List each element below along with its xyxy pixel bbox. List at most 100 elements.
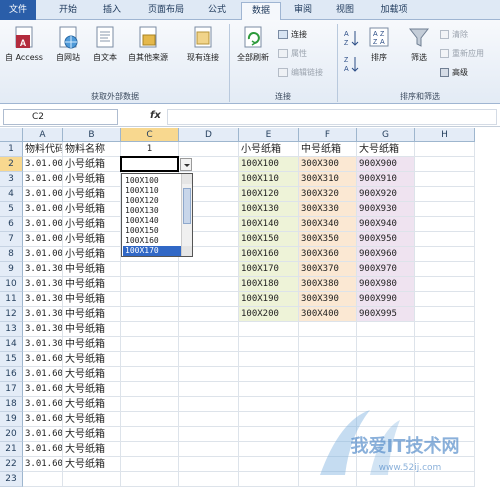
cell-f10[interactable]: 300X380 [299,277,357,292]
dropdown-option[interactable]: 100X100 [123,176,181,186]
cell-h4[interactable] [415,187,475,202]
tab-formulas[interactable]: 公式 [197,2,237,20]
cell-b15[interactable]: 大号纸箱 [63,352,121,367]
from-access-button[interactable]: A 自 Access [4,26,44,63]
cell-e8[interactable]: 100X160 [239,247,299,262]
cell-d22[interactable] [179,457,239,472]
cell-c15[interactable] [121,352,179,367]
row-header-6[interactable]: 6 [0,217,23,232]
cell-d17[interactable] [179,382,239,397]
cell-f11[interactable]: 300X390 [299,292,357,307]
row-header-15[interactable]: 15 [0,352,23,367]
cell-e14[interactable] [239,337,299,352]
cell-e15[interactable] [239,352,299,367]
active-cell-c2[interactable] [120,156,179,172]
cell-b19[interactable]: 大号纸箱 [63,412,121,427]
cell-f17[interactable] [299,382,357,397]
cell-c9[interactable] [121,262,179,277]
cell-f2[interactable]: 300X300 [299,157,357,172]
tab-data[interactable]: 数据 [241,2,281,21]
row-header-16[interactable]: 16 [0,367,23,382]
validation-dropdown-arrow[interactable] [180,158,192,171]
select-all-corner[interactable] [0,128,23,142]
cell-a6[interactable]: 3.01.005 [23,217,63,232]
cell-b1[interactable]: 物料名称 [63,142,121,157]
cell-f14[interactable] [299,337,357,352]
cell-h17[interactable] [415,382,475,397]
row-header-22[interactable]: 22 [0,457,23,472]
validation-dropdown-list[interactable]: 100X100 100X110 100X120 100X130 100X140 100X1… [121,173,193,257]
row-header-10[interactable]: 10 [0,277,23,292]
cell-h6[interactable] [415,217,475,232]
cell-b14[interactable]: 中号纸箱 [63,337,121,352]
cell-e16[interactable] [239,367,299,382]
row-header-21[interactable]: 21 [0,442,23,457]
cell-b22[interactable]: 大号纸箱 [63,457,121,472]
cell-e3[interactable]: 100X110 [239,172,299,187]
cell-c14[interactable] [121,337,179,352]
dropdown-option[interactable]: 100X120 [123,196,181,206]
cell-f16[interactable] [299,367,357,382]
scroll-down-icon[interactable] [182,246,192,256]
row-header-1[interactable]: 1 [0,142,23,157]
cell-b3[interactable]: 小号纸箱 [63,172,121,187]
formula-input[interactable] [167,109,497,125]
cell-f12[interactable]: 300X400 [299,307,357,322]
clear-filter-button[interactable]: 清除 [440,27,468,42]
cell-e20[interactable] [239,427,299,442]
cell-b7[interactable]: 小号纸箱 [63,232,121,247]
cell-a18[interactable]: 3.01.603 [23,397,63,412]
cell-g13[interactable] [357,322,415,337]
row-header-13[interactable]: 13 [0,322,23,337]
cell-d13[interactable] [179,322,239,337]
cell-f1[interactable]: 中号纸箱 [299,142,357,157]
row-header-11[interactable]: 11 [0,292,23,307]
sort-ascending-button[interactable]: A Z [341,28,361,50]
cell-g5[interactable]: 900X930 [357,202,415,217]
cell-f5[interactable]: 300X330 [299,202,357,217]
scroll-thumb[interactable] [183,188,191,224]
cell-g14[interactable] [357,337,415,352]
properties-button[interactable]: 属性 [278,46,307,61]
cell-h3[interactable] [415,172,475,187]
cell-e22[interactable] [239,457,299,472]
column-header-f[interactable]: F [299,128,357,142]
column-header-g[interactable]: G [357,128,415,142]
cell-b11[interactable]: 中号纸箱 [63,292,121,307]
column-header-h[interactable]: H [415,128,475,142]
cell-h14[interactable] [415,337,475,352]
cell-f13[interactable] [299,322,357,337]
column-header-d[interactable]: D [179,128,239,142]
dropdown-option[interactable]: 100X170 [123,246,181,256]
dropdown-option[interactable]: 100X110 [123,186,181,196]
dropdown-option[interactable]: 100X160 [123,236,181,246]
cell-e9[interactable]: 100X170 [239,262,299,277]
cell-c21[interactable] [121,442,179,457]
cell-d18[interactable] [179,397,239,412]
cell-a1[interactable]: 物料代码 [23,142,63,157]
from-other-sources-button[interactable]: 自其他来源 [122,26,174,63]
cell-d10[interactable] [179,277,239,292]
row-header-3[interactable]: 3 [0,172,23,187]
cell-g10[interactable]: 900X980 [357,277,415,292]
dropdown-option[interactable]: 100X150 [123,226,181,236]
cell-f3[interactable]: 300X310 [299,172,357,187]
cell-a15[interactable]: 3.01.600 [23,352,63,367]
cell-d14[interactable] [179,337,239,352]
cell-a2[interactable]: 3.01.001 [23,157,63,172]
cell-a13[interactable]: 3.01.304 [23,322,63,337]
cell-a17[interactable]: 3.01.602 [23,382,63,397]
reapply-button[interactable]: 重新应用 [440,46,484,61]
dropdown-option[interactable]: 100X130 [123,206,181,216]
row-header-2[interactable]: 2 [0,157,23,172]
cell-f15[interactable] [299,352,357,367]
from-web-button[interactable]: 自网站 [50,26,86,63]
row-header-8[interactable]: 8 [0,247,23,262]
row-header-4[interactable]: 4 [0,187,23,202]
cell-b5[interactable]: 小号纸箱 [63,202,121,217]
cell-f7[interactable]: 300X350 [299,232,357,247]
cell-g15[interactable] [357,352,415,367]
cell-a9[interactable]: 3.01.300 [23,262,63,277]
cell-e1[interactable]: 小号纸箱 [239,142,299,157]
cell-a3[interactable]: 3.01.002 [23,172,63,187]
